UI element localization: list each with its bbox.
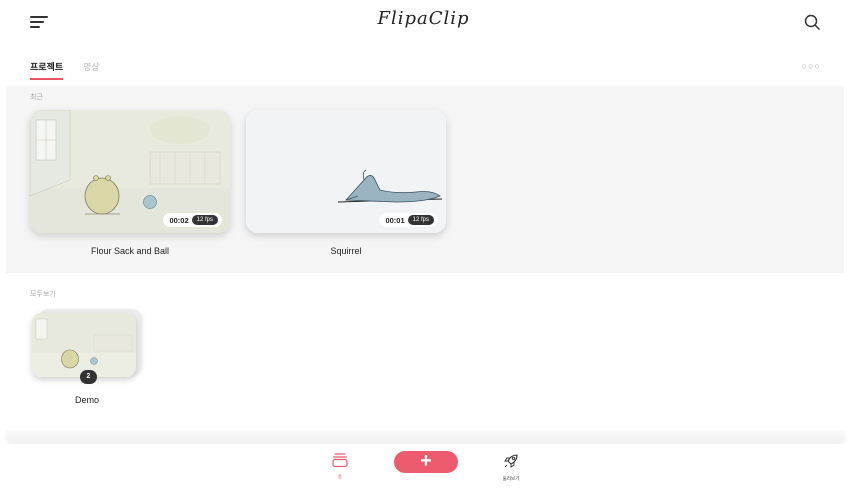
top-bar: FlipaClip bbox=[0, 0, 847, 46]
folder-title: Demo bbox=[74, 395, 99, 405]
tab-bar: 프로젝트 영상 bbox=[30, 60, 100, 80]
home-stack-icon bbox=[332, 453, 348, 468]
folder-count-badge: 2 bbox=[80, 370, 97, 384]
project-card-squirrel[interactable]: 00:01 12 fps bbox=[246, 110, 446, 233]
all-label: 모두보기 bbox=[30, 291, 56, 298]
add-project-button[interactable]: + bbox=[394, 451, 458, 473]
recent-label: 최근 bbox=[30, 94, 43, 101]
bottom-nav: 홈 + 둘러보기 bbox=[0, 444, 847, 492]
nav-explore[interactable]: 둘러보기 bbox=[494, 453, 528, 482]
project-card-flour-sack[interactable]: 00:02 12 fps bbox=[30, 110, 230, 233]
duration-badge: 00:02 12 fps bbox=[163, 213, 222, 227]
rocket-icon bbox=[504, 454, 518, 468]
more-icon[interactable]: ○○○ bbox=[802, 61, 821, 71]
nav-home[interactable]: 홈 bbox=[326, 453, 354, 480]
duration-text: 00:01 bbox=[385, 215, 405, 225]
tab-projects[interactable]: 프로젝트 bbox=[30, 60, 64, 80]
recent-section: 최근 00:02 12 fps Flour Sack and Ball 00:0… bbox=[6, 86, 844, 273]
folder-front-card bbox=[32, 313, 136, 377]
app-logo: FlipaClip bbox=[377, 8, 470, 29]
nav-home-label: 홈 bbox=[337, 474, 343, 479]
demo-thumbnail bbox=[32, 313, 136, 377]
fps-badge: 12 fps bbox=[191, 215, 218, 225]
fps-badge: 12 fps bbox=[407, 215, 434, 225]
duration-badge: 00:01 12 fps bbox=[379, 213, 438, 227]
search-icon[interactable] bbox=[803, 13, 821, 31]
folder-demo[interactable] bbox=[32, 309, 142, 379]
content-bottom-edge bbox=[6, 430, 844, 444]
menu-icon[interactable] bbox=[30, 14, 50, 30]
project-title: Flour Sack and Ball bbox=[90, 246, 170, 256]
project-title: Squirrel bbox=[330, 246, 362, 256]
tab-videos[interactable]: 영상 bbox=[83, 60, 100, 80]
plus-icon: + bbox=[420, 450, 432, 472]
nav-explore-label: 둘러보기 bbox=[502, 476, 520, 481]
duration-text: 00:02 bbox=[169, 215, 189, 225]
